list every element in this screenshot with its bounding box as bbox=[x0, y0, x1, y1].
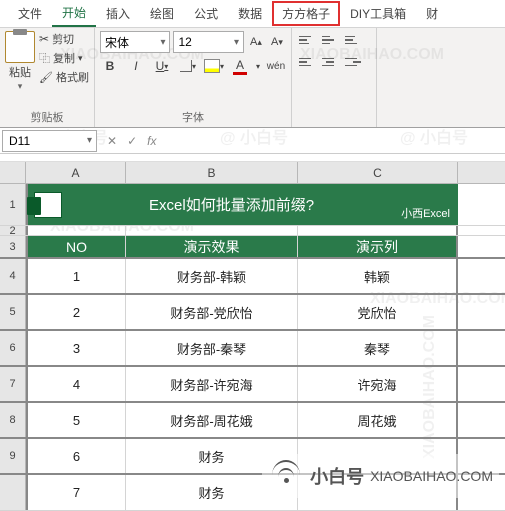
cell[interactable]: 许宛海 bbox=[298, 367, 458, 401]
tab-diy[interactable]: DIY工具箱 bbox=[340, 1, 416, 26]
cell[interactable]: 党欣怡 bbox=[298, 295, 458, 329]
banner-author: 小西Excel bbox=[401, 205, 450, 221]
phonetic-button[interactable]: wén bbox=[266, 56, 286, 76]
cell[interactable]: 2 bbox=[26, 295, 126, 329]
row-header[interactable]: 7 bbox=[0, 367, 26, 401]
font-name-select[interactable]: 宋体 bbox=[100, 31, 171, 53]
paste-icon[interactable] bbox=[5, 31, 35, 63]
group-clipboard: 粘贴 ▾ ✂剪切 ⿻复制▾ 🖌格式刷 剪贴板 bbox=[0, 28, 95, 127]
align-left-button[interactable] bbox=[297, 53, 317, 71]
row-header[interactable]: 8 bbox=[0, 403, 26, 437]
hdr-no[interactable]: NO bbox=[26, 236, 126, 257]
tab-file[interactable]: 文件 bbox=[8, 1, 52, 26]
align-top-button[interactable] bbox=[297, 31, 317, 49]
banner-title: Excel如何批量添加前缀? bbox=[62, 194, 401, 215]
cell[interactable]: 6 bbox=[26, 439, 126, 473]
cell[interactable]: 3 bbox=[26, 331, 126, 365]
align-center-button[interactable] bbox=[320, 53, 340, 71]
tab-home[interactable]: 开始 bbox=[52, 0, 96, 27]
format-painter-button[interactable]: 🖌格式刷 bbox=[39, 69, 89, 85]
tab-data[interactable]: 数据 bbox=[228, 1, 272, 26]
copy-icon: ⿻ bbox=[39, 50, 50, 66]
font-color-button[interactable]: A bbox=[230, 56, 250, 76]
row-header[interactable]: 3 bbox=[0, 236, 26, 257]
row-header[interactable]: 2 bbox=[0, 226, 26, 235]
cell[interactable]: 4 bbox=[26, 367, 126, 401]
tab-draw[interactable]: 绘图 bbox=[140, 1, 184, 26]
underline-button[interactable]: U▾ bbox=[152, 56, 172, 76]
formula-bar: D11 ✕ ✓ fx bbox=[0, 128, 505, 154]
tab-fangfang[interactable]: 方方格子 bbox=[272, 1, 340, 26]
increase-font-button[interactable]: A▴ bbox=[247, 32, 265, 52]
cell[interactable]: 财务部-党欣怡 bbox=[126, 295, 298, 329]
brand-name: 小白号 bbox=[310, 463, 364, 489]
select-all-corner[interactable] bbox=[0, 162, 26, 183]
decrease-font-button[interactable]: A▾ bbox=[268, 32, 286, 52]
enter-formula-icon[interactable]: ✓ bbox=[127, 134, 137, 148]
row-header[interactable]: 6 bbox=[0, 331, 26, 365]
group-align bbox=[292, 28, 377, 127]
cut-button[interactable]: ✂剪切 bbox=[39, 31, 89, 47]
group-font: 宋体 12 A▴ A▾ B I U▾ ▾ ▾ A▾ wén 字体 bbox=[95, 28, 292, 127]
bold-button[interactable]: B bbox=[100, 56, 120, 76]
align-right-button[interactable] bbox=[343, 53, 363, 71]
ribbon: 粘贴 ▾ ✂剪切 ⿻复制▾ 🖌格式刷 剪贴板 宋体 12 A▴ A▾ B I U… bbox=[0, 28, 505, 128]
ribbon-tabs: 文件 开始 插入 绘图 公式 数据 方方格子 DIY工具箱 财 bbox=[0, 0, 505, 28]
banner-cell[interactable]: Excel如何批量添加前缀? 小西Excel bbox=[26, 184, 458, 225]
col-header-b[interactable]: B bbox=[126, 162, 298, 183]
tab-formula[interactable]: 公式 bbox=[184, 1, 228, 26]
watermark-logo: 小白号 XIAOBAIHAO.COM bbox=[262, 454, 499, 498]
cancel-formula-icon[interactable]: ✕ bbox=[107, 134, 117, 148]
cell[interactable]: 财务部-周花娥 bbox=[126, 403, 298, 437]
row-header[interactable]: 4 bbox=[0, 259, 26, 293]
fill-color-button[interactable]: ▾ bbox=[204, 56, 224, 76]
hdr-effect[interactable]: 演示效果 bbox=[126, 236, 298, 257]
brand-url: XIAOBAIHAO.COM bbox=[370, 468, 493, 484]
font-size-select[interactable]: 12 bbox=[173, 31, 244, 53]
tab-insert[interactable]: 插入 bbox=[96, 1, 140, 26]
cell[interactable]: 1 bbox=[26, 259, 126, 293]
border-button[interactable]: ▾ bbox=[178, 56, 198, 76]
format-label: 格式刷 bbox=[56, 69, 89, 85]
align-middle-button[interactable] bbox=[320, 31, 340, 49]
cell[interactable]: 周花娥 bbox=[298, 403, 458, 437]
cell[interactable]: 秦琴 bbox=[298, 331, 458, 365]
col-header-c[interactable]: C bbox=[298, 162, 458, 183]
tab-extra[interactable]: 财 bbox=[416, 1, 448, 26]
cell[interactable]: 财务部-许宛海 bbox=[126, 367, 298, 401]
align-bottom-button[interactable] bbox=[343, 31, 363, 49]
row-header[interactable] bbox=[0, 475, 26, 510]
hdr-col[interactable]: 演示列 bbox=[298, 236, 458, 257]
cut-label: 剪切 bbox=[52, 31, 74, 47]
excel-icon bbox=[34, 192, 62, 218]
cell[interactable]: 财务部-秦琴 bbox=[126, 331, 298, 365]
cell[interactable]: 5 bbox=[26, 403, 126, 437]
name-box[interactable]: D11 bbox=[2, 130, 97, 152]
cell[interactable]: 韩颖 bbox=[298, 259, 458, 293]
brush-icon: 🖌 bbox=[39, 71, 53, 84]
column-headers: A B C bbox=[0, 162, 505, 184]
row-header[interactable]: 5 bbox=[0, 295, 26, 329]
row-header[interactable]: 9 bbox=[0, 439, 26, 473]
group-label-clipboard: 剪贴板 bbox=[5, 106, 89, 125]
row-header[interactable]: 1 bbox=[0, 184, 26, 225]
cell[interactable]: 7 bbox=[26, 475, 126, 510]
copy-label: 复制 bbox=[53, 50, 75, 66]
cell[interactable]: 财务部-韩颖 bbox=[126, 259, 298, 293]
col-header-a[interactable]: A bbox=[26, 162, 126, 183]
wifi-icon bbox=[268, 458, 304, 494]
copy-button[interactable]: ⿻复制▾ bbox=[39, 50, 89, 66]
group-label-font: 字体 bbox=[100, 106, 286, 125]
scissors-icon: ✂ bbox=[39, 32, 49, 46]
fx-button[interactable]: fx bbox=[147, 134, 156, 148]
paste-button[interactable]: 粘贴 bbox=[9, 64, 31, 80]
italic-button[interactable]: I bbox=[126, 56, 146, 76]
